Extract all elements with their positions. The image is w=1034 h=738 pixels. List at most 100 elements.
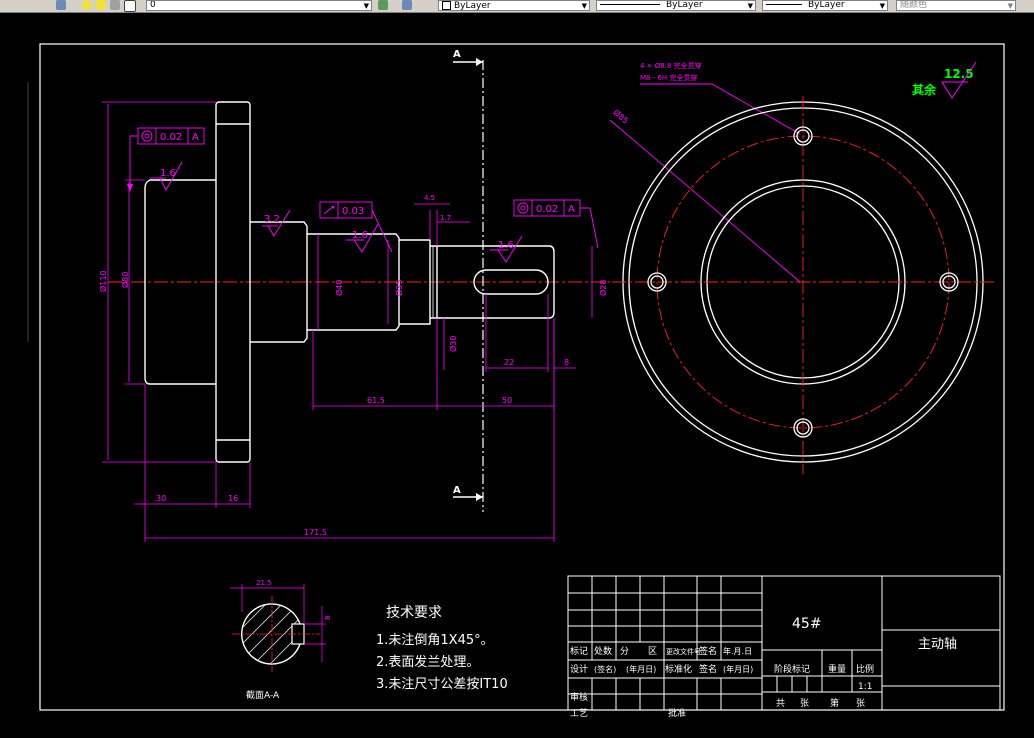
- tb-standardize-label: 标准化: [665, 663, 692, 675]
- dim-len-30: 30: [156, 494, 166, 503]
- tol-value-left: 0.02: [160, 132, 182, 143]
- tb-design-date: (年月日): [626, 664, 656, 674]
- linetype-dropdown-value: ByLayer: [666, 0, 703, 10]
- annotations: 0.02 A 1.6 3.2 0.03 1.6 0.02 A 1.6 4 × Ø…: [127, 61, 801, 283]
- general-roughness: 其余 12.5: [912, 61, 977, 99]
- dim-section-width: 21.5: [256, 579, 272, 587]
- tb-review-label: 审核: [570, 691, 588, 703]
- layer-on-icon[interactable]: [82, 0, 92, 10]
- section-view-label: 截面A-A: [246, 689, 280, 701]
- lineweight-dropdown[interactable]: ByLayer ▼: [762, 0, 888, 11]
- tb-sheet-unit: 张: [800, 698, 809, 709]
- roughness-shaft: 3.2: [264, 214, 280, 225]
- tb-standardize-date: (年月日): [723, 664, 753, 674]
- roughness-general-label: 其余: [912, 82, 937, 97]
- tb-part-name: 主动轴: [918, 637, 957, 652]
- tol-datum-left: A: [192, 132, 199, 143]
- tb-design-label: 设计: [570, 663, 588, 675]
- color-dropdown-value: ByLayer: [454, 1, 491, 11]
- chevron-down-icon: ▼: [1007, 2, 1013, 10]
- plotstyle-dropdown-value: 随颜色: [900, 0, 928, 10]
- front-view: [108, 101, 610, 463]
- tb-header-mark: 标记: [570, 645, 588, 657]
- tb-header-div: 分: [620, 646, 629, 657]
- layer-dropdown[interactable]: 0 ▼: [146, 0, 372, 11]
- hole-note-2: M8 - 6H 完全贯穿: [640, 73, 697, 82]
- dim-len-22: 22: [504, 358, 514, 367]
- linetype-dropdown[interactable]: ByLayer ▼: [596, 0, 756, 11]
- lineweight-dropdown-value: ByLayer: [808, 0, 845, 10]
- chevron-down-icon: ▼: [581, 2, 587, 10]
- dim-len-1-7: 1.7: [440, 214, 451, 222]
- tb-scale-label: 比例: [856, 663, 874, 675]
- dim-len-total: 171.5: [304, 528, 327, 537]
- tb-sheet-num: 第: [830, 697, 839, 709]
- title-block-text: 标记 处数 分 区 更改文件号 签名 年.月.日 设计 (签名) (年月日) 标…: [570, 616, 957, 719]
- dim-boss-diameter: Ø80: [120, 272, 130, 288]
- tb-header-date: 年.月.日: [723, 646, 752, 656]
- arrow-right-icon: [476, 493, 483, 501]
- hole-note-1: 4 × Ø8.8 完全贯穿: [640, 61, 702, 70]
- tech-requirements: 技术要求 1.未注倒角1X45°。 2.表面发兰处理。 3.未注尺寸公差按IT1…: [376, 605, 508, 692]
- tech-req-item-3: 3.未注尺寸公差按IT10: [376, 677, 508, 692]
- dim-shaft1-diameter: Ø40: [334, 280, 344, 296]
- tb-header-zone: 区: [648, 646, 657, 657]
- roughness-right: 1.6: [498, 240, 514, 251]
- dim-len-4-5: 4.5: [424, 194, 435, 202]
- roughness-general-value: 12.5: [944, 67, 974, 81]
- layer-lock-icon[interactable]: [110, 0, 120, 10]
- tb-header-change-doc: 更改文件号: [666, 647, 701, 656]
- dim-flange-diameter: Ø110: [98, 270, 108, 292]
- section-aa: 21.5 8 截面A-A: [230, 579, 332, 701]
- tol-value-mid: 0.03: [342, 206, 364, 217]
- dim-shaft2-diameter: Ø35: [394, 280, 404, 296]
- layer-dropdown-value: 0: [150, 0, 156, 10]
- tb-design-sign: (签名): [594, 664, 616, 674]
- tb-weight-label: 重量: [828, 663, 846, 675]
- section-label-top: A: [453, 49, 461, 60]
- tb-stage-label: 阶段标记: [774, 663, 810, 675]
- layer-previous-icon[interactable]: [402, 0, 412, 10]
- tb-sheet-total: 共: [776, 698, 785, 709]
- dim-section-depth: 8: [324, 616, 332, 620]
- tech-req-item-1: 1.未注倒角1X45°。: [376, 633, 494, 648]
- roughness-mid: 1.6: [352, 230, 368, 241]
- tb-standardize-sign: 签名: [699, 663, 717, 675]
- side-view: [612, 96, 994, 474]
- linetype-preview: [600, 4, 660, 5]
- roughness-left: 1.6: [160, 168, 176, 179]
- tech-req-item-2: 2.表面发兰处理。: [376, 654, 479, 670]
- layer-manager-icon[interactable]: [56, 0, 66, 10]
- tb-sheet-unit2: 张: [856, 698, 865, 709]
- color-dropdown[interactable]: ByLayer ▼: [438, 0, 590, 11]
- tech-req-title: 技术要求: [386, 605, 442, 621]
- chevron-down-icon: ▼: [363, 2, 369, 10]
- arrow-right-icon: [476, 58, 483, 66]
- drawing-canvas[interactable]: A A Ø110 Ø80 Ø40 Ø35 Ø30 Ø28 61.5 50 22 …: [0, 12, 1034, 738]
- dim-pcd-diameter: Ø85: [612, 107, 631, 125]
- chevron-down-icon: ▼: [747, 2, 753, 10]
- dim-end-diameter: Ø28: [598, 280, 608, 296]
- tb-header-sign: 签名: [699, 645, 717, 657]
- tol-value-right: 0.02: [536, 204, 558, 215]
- layer-color-swatch-icon[interactable]: [124, 0, 136, 12]
- tol-datum-right: A: [568, 204, 575, 215]
- layer-freeze-icon[interactable]: [96, 0, 106, 10]
- chevron-down-icon: ▼: [879, 2, 885, 10]
- tb-header-count: 处数: [594, 645, 612, 657]
- plotstyle-dropdown[interactable]: 随颜色 ▼: [896, 0, 1016, 11]
- lineweight-preview: [766, 4, 802, 5]
- tb-scale-value: 1:1: [858, 682, 872, 692]
- dim-len-50: 50: [502, 396, 512, 405]
- dim-len-8: 8: [564, 358, 569, 367]
- section-label-bottom: A: [453, 485, 461, 496]
- dim-len-16: 16: [228, 494, 238, 503]
- color-swatch-icon: [442, 1, 451, 10]
- make-object-layer-current-icon[interactable]: [378, 0, 388, 10]
- tb-material: 45#: [792, 616, 822, 632]
- dim-groove-diameter: Ø30: [448, 336, 458, 352]
- dim-len-61-5: 61.5: [367, 396, 385, 405]
- tb-process-label: 工艺: [570, 708, 588, 719]
- tb-approve-label: 批准: [668, 707, 686, 719]
- section-markers: A A: [453, 49, 484, 512]
